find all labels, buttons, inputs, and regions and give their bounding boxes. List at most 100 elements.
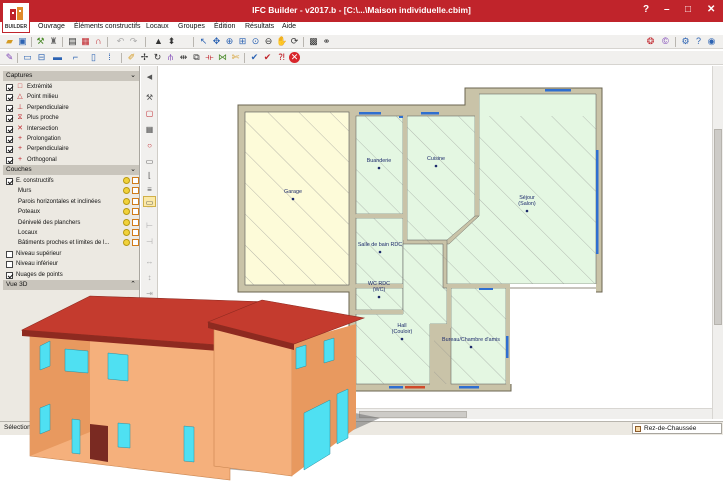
help-circle-icon[interactable]: ? — [693, 36, 704, 47]
niveau-checkbox[interactable] — [6, 251, 13, 258]
wall-segment[interactable] — [475, 94, 479, 216]
rotate-icon[interactable]: ↻ — [152, 52, 163, 63]
copy-icon[interactable]: ⧉ — [191, 52, 202, 63]
vertical-scrollbar[interactable] — [712, 66, 723, 419]
app-logo[interactable]: BUILDER — [2, 2, 30, 33]
scene-icon[interactable]: ▤ — [67, 36, 78, 47]
captures-header[interactable]: Captures ⌄ — [3, 71, 139, 81]
move-icon[interactable]: ✢ — [139, 52, 150, 63]
redraw-icon[interactable]: ⟳ — [289, 36, 300, 47]
floor-plan[interactable]: Garage Buanderie Cuisine Séjour (Salon) … — [159, 66, 712, 408]
layer-row[interactable]: Poteaux — [3, 207, 139, 217]
zoom-window-icon[interactable]: ⊞ — [237, 36, 248, 47]
wall-segment[interactable] — [356, 214, 403, 218]
menu-ouvrage[interactable]: Ouvrage — [38, 23, 65, 30]
minimize-button[interactable]: – — [664, 4, 670, 15]
grid-icon[interactable]: ▦ — [80, 36, 91, 47]
menu-elements-constructifs[interactable]: Éléments constructifs — [74, 23, 141, 30]
capture-row[interactable]: △ Point milieu — [3, 92, 139, 102]
section-tool-icon[interactable]: ⊣ — [144, 236, 155, 247]
save-icon[interactable]: ▣ — [17, 36, 28, 47]
layer-row[interactable]: E. constructifs — [3, 176, 139, 186]
hammer-icon[interactable]: ⚒ — [144, 92, 155, 103]
brush-icon[interactable]: ✐ — [126, 52, 137, 63]
web-icon[interactable]: ◉ — [706, 36, 717, 47]
dimension-tool-icon[interactable]: ↔ — [144, 256, 155, 267]
merge-icon[interactable]: ⋈ — [217, 52, 228, 63]
horizontal-scroll-thumb[interactable] — [359, 411, 467, 418]
visibility-bulb-icon[interactable] — [123, 197, 130, 205]
vertical-scroll-thumb[interactable] — [714, 129, 722, 325]
visibility-bulb-icon[interactable] — [123, 218, 130, 226]
settings-icon[interactable]: ❂ — [645, 36, 656, 47]
wall-segment[interactable] — [430, 324, 451, 328]
niveau-checkbox[interactable] — [6, 261, 13, 269]
zoom-extent-icon[interactable]: ⊕ — [224, 36, 235, 47]
layer-color-icon[interactable] — [132, 177, 139, 184]
level-up-icon[interactable]: ▲ — [153, 36, 164, 47]
door[interactable] — [405, 386, 425, 389]
layer-color-icon[interactable] — [132, 239, 139, 247]
collapse-icon[interactable]: ⌄ — [130, 165, 136, 175]
close-button[interactable]: ✕ — [707, 4, 715, 15]
tools-icon[interactable]: ⚒ — [35, 36, 46, 47]
window[interactable] — [545, 89, 571, 92]
redo-icon[interactable]: ↷ — [128, 36, 139, 47]
capture-row[interactable]: + Orthogonal — [3, 155, 139, 165]
options-icon[interactable]: ⚙ — [680, 36, 691, 47]
capture-row[interactable]: ⊥ Perpendiculaire — [3, 103, 139, 113]
column-draw-icon[interactable]: ▯ — [88, 52, 99, 63]
capture-checkbox[interactable] — [6, 125, 13, 133]
trim-icon[interactable]: ✄ — [230, 52, 241, 63]
wall-icon[interactable]: ▢ — [144, 108, 155, 119]
wall-segment[interactable] — [430, 328, 434, 384]
height-tool-icon[interactable]: ↕ — [144, 272, 155, 283]
horizontal-scrollbar[interactable] — [159, 408, 712, 419]
niveau-row[interactable]: Nuages de points — [3, 270, 139, 280]
niveau-row[interactable]: Niveau supérieur — [3, 249, 139, 259]
active-tool-icon[interactable]: ▭ — [143, 196, 156, 207]
stretch-icon[interactable]: ⇹ — [178, 52, 189, 63]
wall-segment[interactable] — [356, 310, 403, 314]
stairs-tool-icon[interactable]: ⌊ — [144, 170, 155, 181]
binoculars-icon[interactable]: ⚭ — [321, 36, 332, 47]
open-folder-icon[interactable]: ▰ — [4, 36, 15, 47]
capture-row[interactable]: ✕ Intersection — [3, 124, 139, 134]
window[interactable] — [596, 150, 599, 254]
couches-header[interactable]: Couches ⌄ — [3, 165, 139, 175]
zoom-out-icon[interactable]: ⊖ — [263, 36, 274, 47]
select-arrow-icon[interactable]: ↖ — [198, 36, 209, 47]
window[interactable] — [459, 386, 479, 389]
menu-aide[interactable]: Aide — [282, 23, 296, 30]
beam-draw-icon[interactable]: ⌐ — [70, 52, 81, 63]
capture-row[interactable]: + Prolongation — [3, 134, 139, 144]
window[interactable] — [479, 288, 493, 290]
layer-row[interactable]: Bâtiments proches et limites de l... — [3, 238, 139, 248]
layer-row[interactable]: Murs — [3, 186, 139, 196]
capture-row[interactable]: □ Extrémité — [3, 82, 139, 92]
capture-checkbox[interactable] — [6, 94, 13, 102]
check-icon[interactable]: ✔ — [249, 52, 260, 63]
layer-color-icon[interactable] — [132, 197, 139, 205]
zoom-in-icon[interactable]: ⊙ — [250, 36, 261, 47]
visibility-bulb-icon[interactable] — [123, 187, 130, 195]
split-icon[interactable]: ⟛ — [204, 52, 215, 63]
maximize-button[interactable]: □ — [685, 4, 691, 15]
arrow-tool-icon[interactable]: ⇥ — [144, 288, 155, 299]
expand-icon[interactable]: ⌃ — [130, 280, 136, 290]
niveau-row[interactable]: Niveau inférieur — [3, 259, 139, 269]
circle-tool-icon[interactable]: ○ — [144, 140, 155, 151]
collapse-icon[interactable]: ⌄ — [130, 71, 136, 81]
capture-row[interactable]: + Perpendiculaire — [3, 144, 139, 154]
magnet-icon[interactable]: ∩ — [93, 36, 104, 47]
measure-tool-icon[interactable]: ⊢ — [144, 220, 155, 231]
niveau-checkbox[interactable] — [6, 271, 13, 279]
opening-draw-icon[interactable]: ▬ — [52, 52, 63, 63]
capture-checkbox[interactable] — [6, 115, 13, 123]
wall-segment[interactable] — [447, 288, 451, 324]
hand-icon[interactable]: ✋ — [276, 36, 287, 47]
layer-color-icon[interactable] — [132, 208, 139, 216]
copyright-icon[interactable]: © — [660, 36, 671, 47]
label-tool-icon[interactable]: ▭ — [144, 156, 155, 167]
capture-checkbox[interactable] — [6, 146, 13, 154]
